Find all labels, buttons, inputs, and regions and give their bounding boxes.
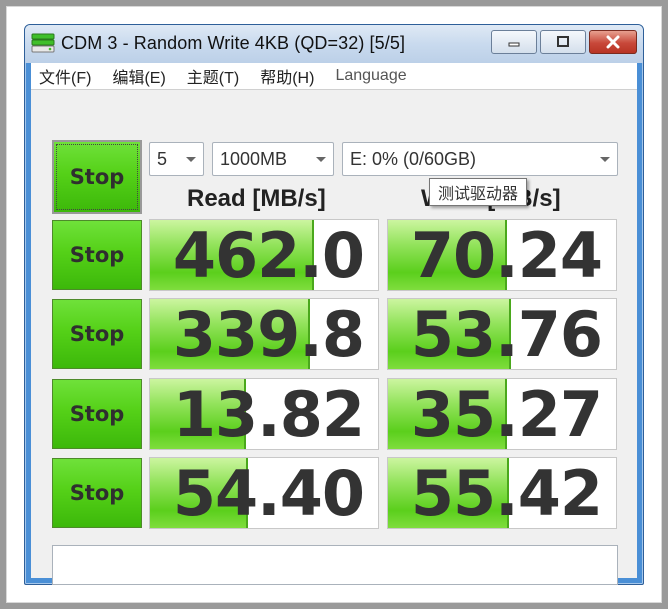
- write-result-cell: 55.42: [387, 457, 617, 529]
- write-value: 35.27: [410, 378, 603, 450]
- stop-all-button[interactable]: Stop: [52, 140, 142, 214]
- test-size-select[interactable]: 1000MB: [212, 142, 334, 176]
- title-bar[interactable]: CDM 3 - Random Write 4KB (QD=32) [5/5]: [25, 25, 643, 63]
- comment-input[interactable]: [52, 545, 618, 585]
- menu-edit[interactable]: 编辑(E): [112, 64, 165, 88]
- stop-4k-button[interactable]: Stop: [52, 379, 142, 449]
- write-result-cell: 35.27: [387, 378, 617, 450]
- menu-file[interactable]: 文件(F): [39, 64, 91, 88]
- benchmark-panel: Stop 5 1000MB E: 0% (0/60GB) Read [MB/s]…: [31, 89, 637, 585]
- test-count-value: 5: [157, 148, 168, 169]
- write-result-cell: 53.76: [387, 298, 617, 370]
- read-value: 462.0: [172, 219, 365, 291]
- read-result-cell: 54.40: [149, 457, 379, 529]
- write-value: 70.24: [410, 219, 603, 291]
- close-icon: [606, 35, 620, 49]
- write-value: 55.42: [410, 457, 603, 529]
- drive-value: E: 0% (0/60GB): [350, 148, 477, 169]
- close-button[interactable]: [589, 30, 637, 54]
- maximize-icon: [557, 36, 569, 47]
- read-result-cell: 13.82: [149, 378, 379, 450]
- menu-help[interactable]: 帮助(H): [260, 64, 314, 88]
- test-count-select[interactable]: 5: [149, 142, 204, 176]
- app-icon: [31, 33, 55, 53]
- read-value: 13.82: [172, 378, 365, 450]
- read-value: 339.8: [172, 298, 365, 370]
- window-title: CDM 3 - Random Write 4KB (QD=32) [5/5]: [61, 33, 406, 53]
- stop-512k-button[interactable]: Stop: [52, 299, 142, 369]
- stop-seq-button[interactable]: Stop: [52, 220, 142, 290]
- menu-bar: 文件(F) 编辑(E) 主题(T) 帮助(H) Language: [31, 63, 637, 89]
- tooltip: 测试驱动器: [429, 178, 528, 206]
- menu-language[interactable]: Language: [335, 67, 406, 85]
- read-value: 54.40: [172, 457, 365, 529]
- read-column-header: Read [MB/s]: [187, 185, 326, 212]
- minimize-button[interactable]: [491, 30, 537, 54]
- stop-4k-qd32-button[interactable]: Stop: [52, 458, 142, 528]
- app-window: CDM 3 - Random Write 4KB (QD=32) [5/5] 文…: [24, 24, 644, 585]
- read-result-cell: 339.8: [149, 298, 379, 370]
- write-value: 53.76: [410, 298, 603, 370]
- drive-select[interactable]: E: 0% (0/60GB): [342, 142, 618, 176]
- maximize-button[interactable]: [540, 30, 586, 54]
- menu-theme[interactable]: 主题(T): [187, 64, 239, 88]
- chevron-down-icon: [600, 157, 610, 162]
- write-result-cell: 70.24: [387, 219, 617, 291]
- read-result-cell: 462.0: [149, 219, 379, 291]
- test-size-value: 1000MB: [220, 148, 288, 169]
- minimize-icon: [508, 42, 520, 47]
- client-area: 文件(F) 编辑(E) 主题(T) 帮助(H) Language Stop 5 …: [31, 63, 637, 585]
- chevron-down-icon: [316, 157, 326, 162]
- chevron-down-icon: [186, 157, 196, 162]
